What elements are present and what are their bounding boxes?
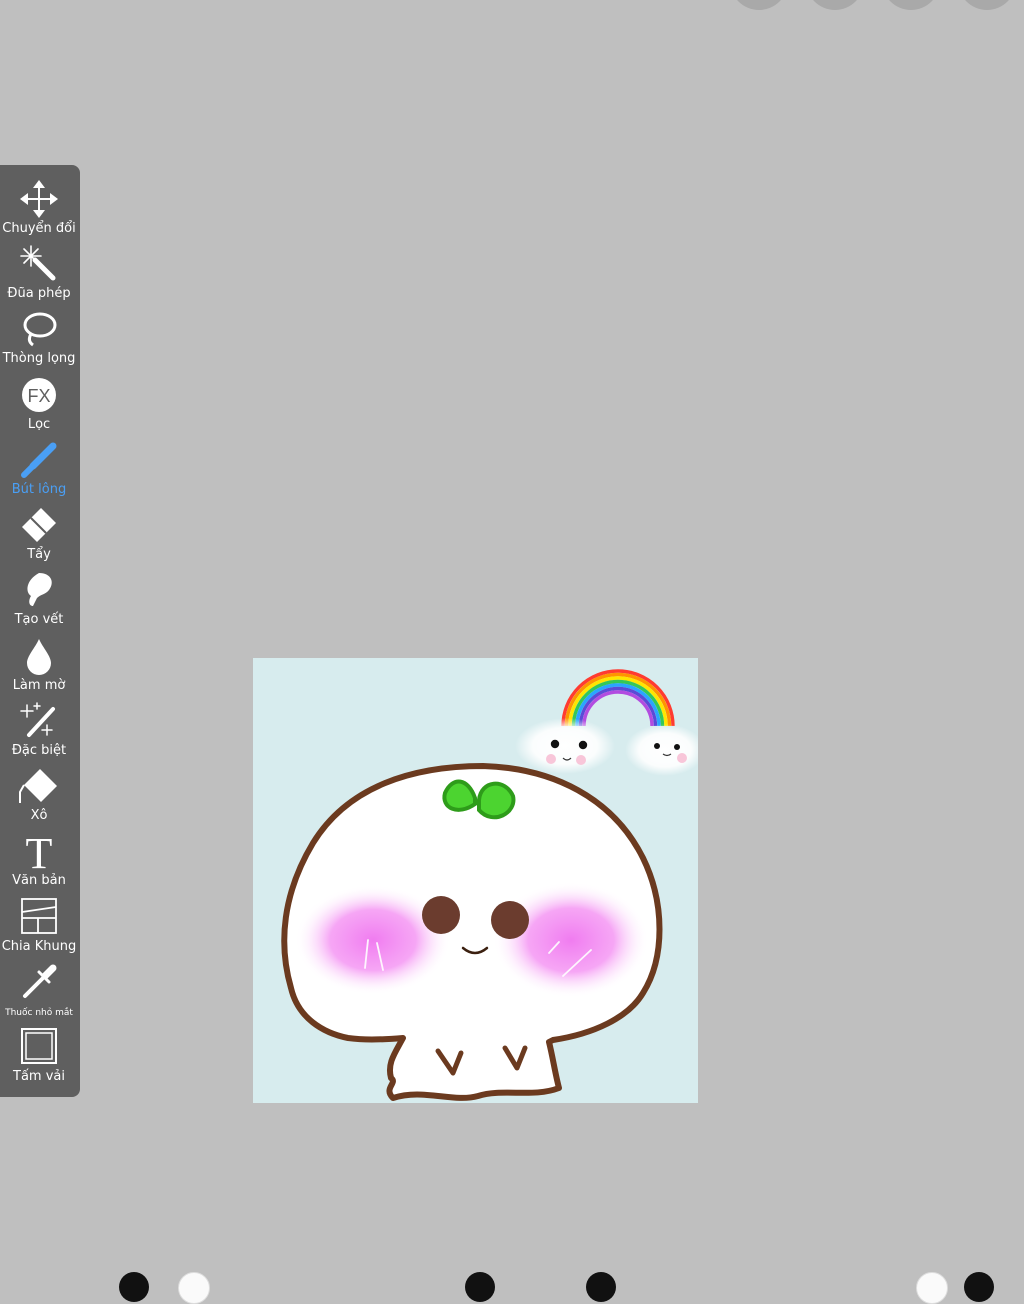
blur-drop-icon <box>19 636 59 676</box>
tool-label: Thòng lọng <box>2 351 76 366</box>
bottom-control-3[interactable] <box>465 1272 495 1302</box>
svg-text:T: T <box>26 831 53 871</box>
tool-label: Bút lông <box>11 482 67 497</box>
top-menu-button-3[interactable] <box>882 0 940 10</box>
tool-label: Tấm vải <box>13 1069 65 1084</box>
tool-label: Xô <box>30 808 48 823</box>
tool-label: Văn bản <box>12 873 66 888</box>
tool-frame-divider[interactable]: Chia Khung <box>0 897 78 962</box>
tool-label: Thuốc nhỏ mắt <box>5 1008 73 1018</box>
tool-label: Tẩy <box>27 547 51 562</box>
move-icon <box>19 179 59 219</box>
tool-filter[interactable]: FX Lọc <box>0 375 78 440</box>
tool-text[interactable]: T Văn bản <box>0 831 78 896</box>
tool-label: Chuyển đổi <box>2 221 76 236</box>
bucket-icon <box>19 766 59 806</box>
eyedropper-icon <box>19 962 59 1002</box>
tool-magic-wand[interactable]: Đũa phép <box>0 244 78 309</box>
text-icon: T <box>19 831 59 871</box>
bottom-control-2[interactable] <box>178 1272 210 1304</box>
bottom-control-6[interactable] <box>964 1272 994 1302</box>
cloud-left <box>515 718 615 774</box>
tool-label: Chia Khung <box>1 939 77 954</box>
tool-transform[interactable]: Chuyển đổi <box>0 179 78 244</box>
tool-special[interactable]: Đặc biệt <box>0 701 78 766</box>
tool-label: Làm mờ <box>12 678 66 693</box>
tool-sidebar: Chuyển đổi Đũa phép Thòng lọng FX Lọc Bú… <box>0 165 80 1097</box>
tool-label: Đũa phép <box>7 286 71 301</box>
bottom-control-5[interactable] <box>916 1272 948 1304</box>
frame-divider-icon <box>19 897 59 937</box>
top-menu-button-4[interactable] <box>958 0 1016 10</box>
artwork <box>281 669 698 1101</box>
tool-label: Tạo vết <box>14 612 64 627</box>
tool-canvas[interactable]: Tấm vải <box>0 1027 78 1092</box>
tool-blur[interactable]: Làm mờ <box>0 636 78 701</box>
tool-smudge[interactable]: Tạo vết <box>0 570 78 635</box>
canvas-icon <box>19 1027 59 1067</box>
tool-lasso[interactable]: Thòng lọng <box>0 309 78 374</box>
tool-bucket[interactable]: Xô <box>0 766 78 831</box>
tool-brush[interactable]: Bút lông <box>0 440 78 505</box>
svg-text:FX: FX <box>27 386 50 406</box>
fx-filter-icon: FX <box>19 375 59 415</box>
top-menu-button-2[interactable] <box>806 0 864 10</box>
cloud-right <box>625 724 698 776</box>
rainbow <box>561 669 675 727</box>
character <box>281 763 663 1101</box>
tool-label: Đặc biệt <box>11 743 67 758</box>
top-menu-button-1[interactable] <box>730 0 788 10</box>
tool-eraser[interactable]: Tẩy <box>0 505 78 570</box>
eraser-icon <box>19 505 59 545</box>
bottom-control-4[interactable] <box>586 1272 616 1302</box>
smudge-icon <box>19 570 59 610</box>
special-wand-icon <box>19 701 59 741</box>
drawing-canvas[interactable] <box>253 658 698 1103</box>
bottom-control-1[interactable] <box>119 1272 149 1302</box>
magic-wand-icon <box>19 244 59 284</box>
brush-icon <box>19 440 59 480</box>
tool-label: Lọc <box>27 417 51 432</box>
lasso-icon <box>19 309 59 349</box>
tool-eyedropper[interactable]: Thuốc nhỏ mắt <box>0 962 78 1027</box>
